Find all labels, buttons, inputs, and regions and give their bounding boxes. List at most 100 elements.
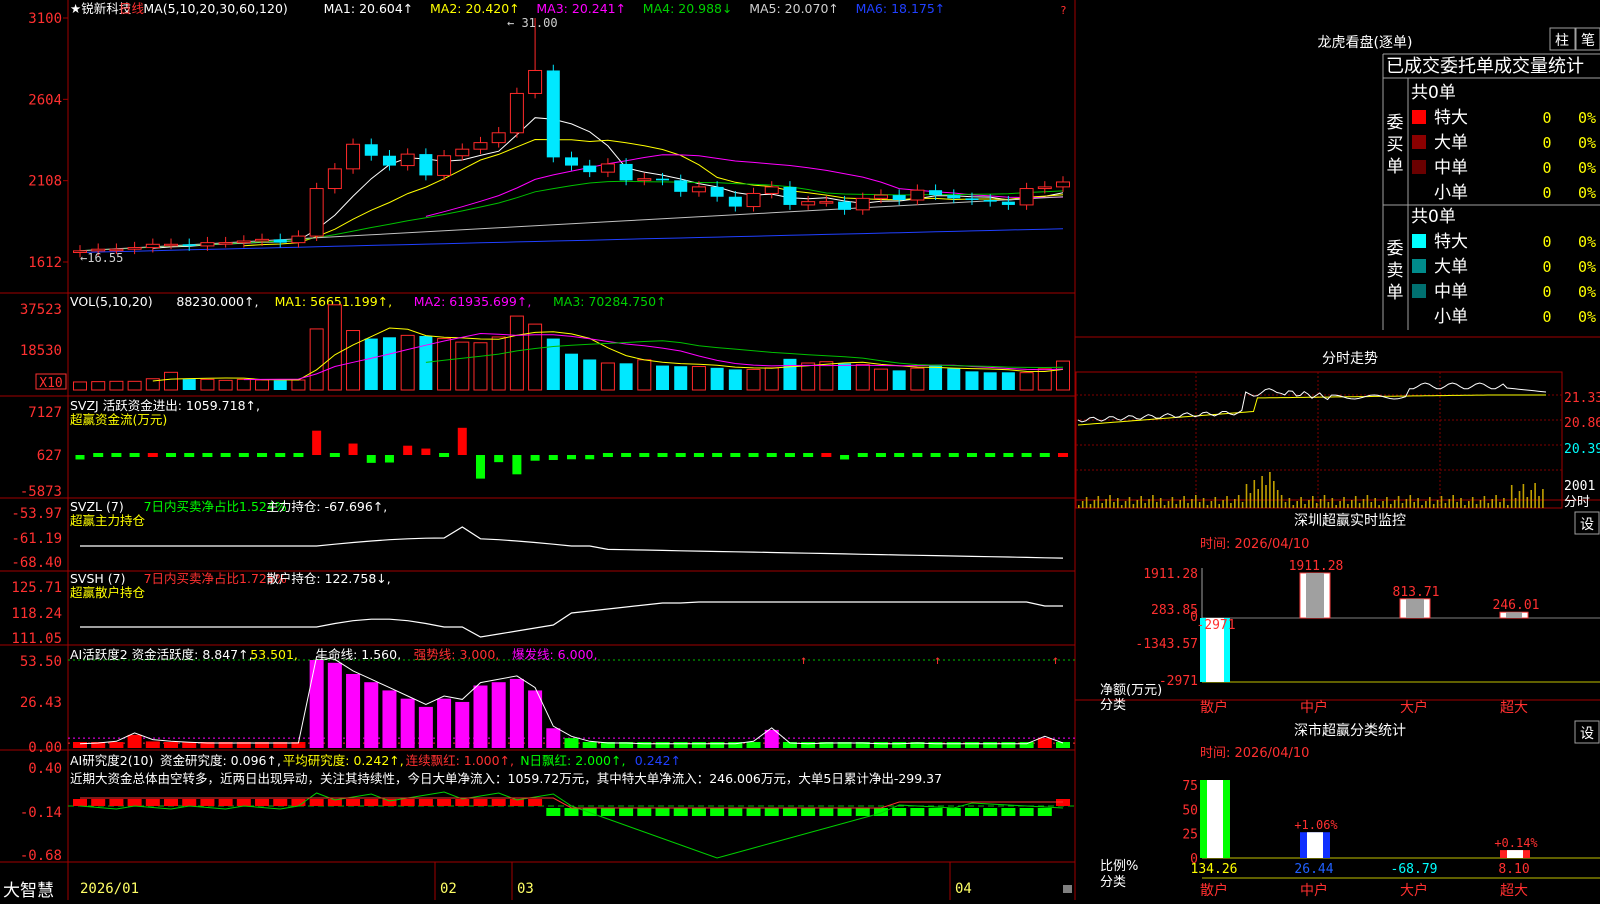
sell-row-pct: 0% xyxy=(1578,283,1596,301)
vol-legend-3: MA2: 61935.699↑, xyxy=(414,294,532,309)
svzl-legend-0: SVZL (7) xyxy=(70,499,124,514)
fund-flow-bar xyxy=(1039,453,1050,457)
candle xyxy=(455,148,470,157)
activity-bar xyxy=(455,701,470,748)
research-bar xyxy=(728,808,743,816)
realtime-title: 深圳超赢实时监控 xyxy=(1294,512,1406,529)
volume-bar xyxy=(710,367,724,390)
activity-bar xyxy=(346,673,361,748)
candle xyxy=(382,155,396,166)
intraday-vol-bar xyxy=(1483,496,1486,508)
buy-side-label: 买 xyxy=(1387,135,1404,155)
research-bar xyxy=(983,808,998,816)
activity-bar xyxy=(983,742,998,748)
volume-bar xyxy=(746,368,761,391)
fund-flow-bar xyxy=(293,453,304,457)
research-bar xyxy=(746,808,761,816)
candle xyxy=(400,153,415,167)
volume-bar xyxy=(619,363,633,390)
classify-settings-label: 设 xyxy=(1580,726,1594,742)
realtime-xlabel: 分类 xyxy=(1100,698,1126,713)
intraday-vol-bar xyxy=(1312,496,1314,508)
research-bar xyxy=(837,808,852,816)
intraday-vol-bar xyxy=(1132,504,1135,508)
volume-bar xyxy=(164,371,179,391)
intraday-vol-bar xyxy=(1339,501,1341,508)
help-icon[interactable]: ? xyxy=(1060,4,1067,17)
date-tick-label: 04 xyxy=(955,881,972,897)
candle xyxy=(200,242,215,247)
main-legend-3: MA1: 20.604↑ xyxy=(324,1,414,16)
fund-flow-bar xyxy=(384,455,394,463)
volume-bar xyxy=(291,379,306,391)
intraday-vol-bar xyxy=(1109,495,1111,508)
intraday-vol-bar xyxy=(1401,503,1404,508)
intraday-vol-bar xyxy=(1499,502,1501,508)
intraday-vol-bar xyxy=(1253,480,1256,508)
candle xyxy=(218,242,233,245)
low-marker: ←16.55 xyxy=(80,251,123,265)
lock-icon[interactable] xyxy=(1063,885,1072,893)
fund-flow-bar xyxy=(894,453,905,457)
intraday-vol-bar xyxy=(1159,498,1162,508)
volume-bar xyxy=(309,328,324,391)
candle xyxy=(819,201,834,204)
fund-flow-bar xyxy=(639,453,650,457)
ai2-legend-3: 强势线: 3.000, xyxy=(414,647,499,662)
intraday-vol-bar xyxy=(1409,495,1412,508)
date-tick-label: 03 xyxy=(517,881,534,897)
activity-bar xyxy=(437,698,452,748)
buy-row-name: 特大 xyxy=(1434,108,1468,128)
intraday-vol-bar xyxy=(1179,500,1181,508)
intraday-vol-bar xyxy=(1366,495,1369,508)
fund-flow-bar xyxy=(403,445,413,455)
classify-y-label: 25 xyxy=(1182,828,1198,843)
activity-bar xyxy=(164,742,179,748)
intraday-vol-bar xyxy=(1335,505,1337,508)
intraday-vol-bar xyxy=(1386,497,1388,508)
longhu-title: 龙虎看盘(逐单) xyxy=(1318,34,1413,51)
intraday-vol-bar xyxy=(1331,498,1334,508)
intraday-vol-bar xyxy=(1222,500,1224,508)
fund-flow-bar xyxy=(439,453,450,457)
svzl-legend2-0: 超赢主力持仓 xyxy=(70,513,146,528)
main-legend-8: MA6: 18.175↑ xyxy=(856,1,946,16)
volume-bar xyxy=(691,366,706,391)
realtime-ylabel: 净额(万元) xyxy=(1100,683,1162,698)
intraday-vol-bar xyxy=(1382,501,1384,508)
fund-flow-bar xyxy=(75,455,85,460)
intraday-vol-bar xyxy=(1393,500,1396,508)
buy-row-pct: 0% xyxy=(1578,159,1596,177)
research-bar xyxy=(182,799,197,806)
realtime-y-label: -1343.57 xyxy=(1135,637,1198,652)
intraday-vol-bar xyxy=(1429,497,1431,508)
fund-flow-bar xyxy=(985,453,996,457)
buy-row-pct: 0% xyxy=(1578,134,1596,152)
realtime-value-label: 246.01 xyxy=(1493,598,1540,613)
realtime-y-label: 1911.28 xyxy=(1143,567,1198,582)
intraday-vol-bar xyxy=(1163,505,1166,508)
intraday-vol-bar xyxy=(1390,504,1392,508)
ai2-y-tick-label: 26.43 xyxy=(20,695,62,711)
intraday-vol-bar xyxy=(1503,498,1505,508)
candle xyxy=(437,155,452,176)
intraday-vol-bar xyxy=(1124,501,1127,508)
activity-bar xyxy=(655,742,670,748)
fund-flow-bar xyxy=(948,453,959,457)
research-y-tick-label: 0.40 xyxy=(28,761,62,777)
intraday-vol-bar xyxy=(1354,496,1357,508)
intraday-vol-bar xyxy=(1214,497,1217,508)
research-bar xyxy=(655,808,670,816)
intraday-vol-bar xyxy=(1113,502,1115,508)
svzj-y-tick-label: 7127 xyxy=(28,405,62,421)
intraday-vol-bar xyxy=(1101,503,1103,508)
intraday-vol-bar xyxy=(1514,498,1517,508)
volume-bar xyxy=(218,379,233,391)
intraday-vol-bar xyxy=(1343,497,1345,508)
candle xyxy=(473,142,488,150)
candle xyxy=(600,163,615,173)
main-y-tick-label: 1612 xyxy=(28,255,62,271)
intraday-vol-bar xyxy=(1444,503,1447,508)
activity-bar xyxy=(309,660,324,748)
activity-bar xyxy=(1019,742,1034,748)
